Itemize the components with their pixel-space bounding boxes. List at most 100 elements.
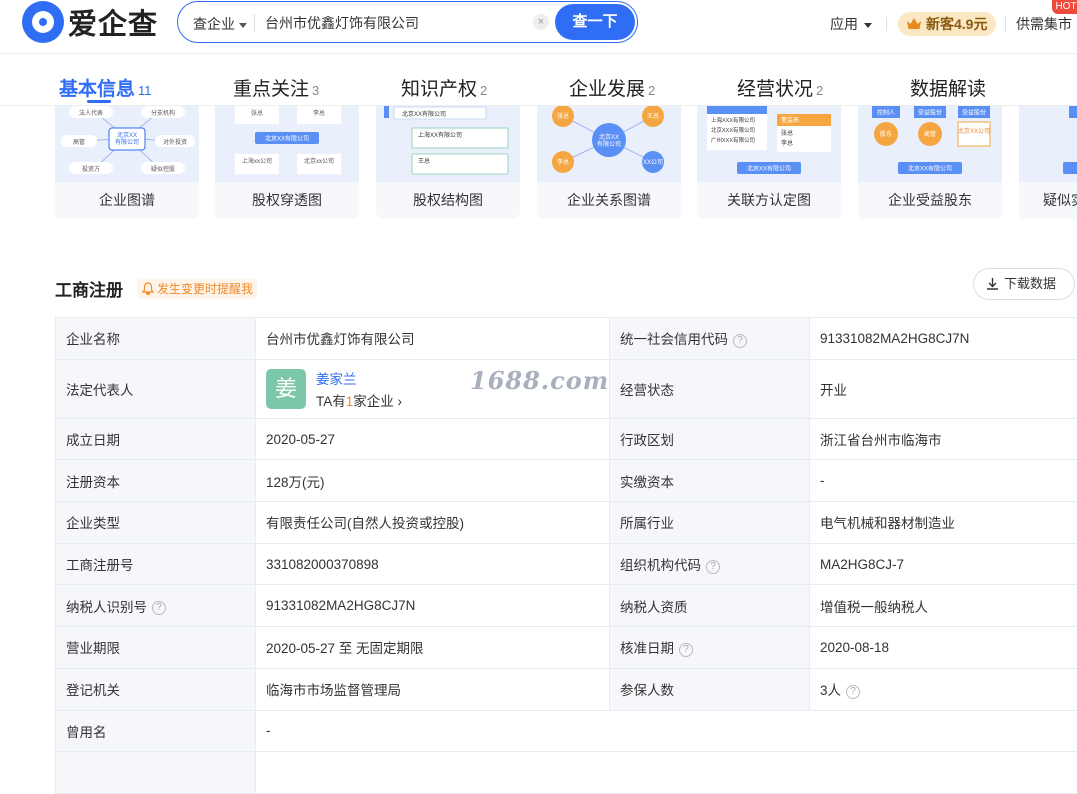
tab-label: 基本信息 xyxy=(59,79,135,100)
help-icon[interactable]: ? xyxy=(152,601,166,615)
tab-ip[interactable]: 知识产权2 xyxy=(401,74,487,101)
card-equity-penetration[interactable]: 张总 李总 北京XX有限公司 上海xx公司 北京xx公司 股权穿透图 xyxy=(215,106,359,219)
thumb-text: 李总 xyxy=(313,109,325,117)
nav-apps-label: 应用 xyxy=(830,16,858,32)
thumb-text: 北京XXX有限公司 xyxy=(711,126,755,134)
reg-no-value: 331082000370898 xyxy=(256,543,610,585)
field-label: 营业期限 xyxy=(56,627,256,669)
thumb-text: 李总 xyxy=(557,158,569,166)
field-label: 企业类型 xyxy=(56,502,256,544)
card-related-party[interactable]: 上海XXX有限公司 北京XXX有限公司 广州XXX有限公司 董监高 张总 李总 … xyxy=(697,106,841,219)
table-row xyxy=(56,752,1077,794)
thumb-text: 受益股份 xyxy=(918,109,942,117)
tab-data-insight[interactable]: 数据解读 xyxy=(910,74,986,101)
download-data-button[interactable]: 下载数据 xyxy=(973,268,1075,300)
thumb-text: 北京XX公司 xyxy=(958,127,990,135)
tax-qual-value: 增值税一般纳税人 xyxy=(810,585,1077,627)
est-date-value: 2020-05-27 xyxy=(256,418,610,460)
thumb-text: 上海xx公司 xyxy=(242,157,272,165)
table-row: 纳税人识别号? 91331082MA2HG8CJ7N 纳税人资质 增值税一般纳税… xyxy=(56,585,1077,627)
field-label: 曾用名 xyxy=(56,710,256,752)
tab-basic-info[interactable]: 基本信息11 xyxy=(59,74,152,101)
search-type-select[interactable]: 查企业 xyxy=(193,14,247,34)
tab-label: 数据解读 xyxy=(910,79,986,100)
thumb-text: 王总 xyxy=(418,157,430,165)
field-label: 核准日期? xyxy=(610,627,810,669)
thumb-text: 北京XX有限公司 xyxy=(597,133,621,148)
tab-count: 3 xyxy=(312,83,319,98)
thumb-text: 董监高 xyxy=(781,116,799,124)
legal-rep-sub-text: 家企业 › xyxy=(353,394,402,409)
hot-badge: HOT xyxy=(1052,0,1077,14)
vip-promo-button[interactable]: 新客4.9元 xyxy=(898,12,996,36)
help-icon[interactable]: ? xyxy=(733,334,747,348)
nav-supply-market[interactable]: 供需集市 xyxy=(1016,14,1072,34)
field-label: 统一社会信用代码? xyxy=(610,318,810,360)
help-icon[interactable]: ? xyxy=(706,560,720,574)
status-value: 开业 xyxy=(810,359,1077,418)
tab-development[interactable]: 企业发展2 xyxy=(569,74,655,101)
insured-value: 3人 xyxy=(820,683,841,698)
search-divider xyxy=(254,14,255,32)
card-enterprise-graph[interactable]: 北京XX有限公司 法人代表 分支机构 高管 对外投资 投资方 疑似控股 企业图谱 xyxy=(55,106,199,219)
vip-label: 新客4.9元 xyxy=(926,16,987,32)
field-label xyxy=(56,752,256,794)
field-label-text: 统一社会信用代码 xyxy=(620,332,728,347)
logo-q-icon xyxy=(22,1,64,43)
tab-operations[interactable]: 经营状况2 xyxy=(737,74,823,101)
search-button[interactable]: 查一下 xyxy=(555,4,635,40)
authority-value: 临海市市场监督管理局 xyxy=(256,668,610,710)
table-row: 工商注册号 331082000370898 组织机构代码? MA2HG8CJ-7 xyxy=(56,543,1077,585)
legal-rep-name-link[interactable]: 姜家兰 xyxy=(316,368,402,388)
change-alert-button[interactable]: 发生变更时提醒我 xyxy=(137,279,257,299)
field-label: 纳税人资质 xyxy=(610,585,810,627)
field-label: 成立日期 xyxy=(56,418,256,460)
download-label: 下载数据 xyxy=(1004,276,1056,291)
nav-apps[interactable]: 应用 xyxy=(830,14,872,34)
logo[interactable]: 爱企查 xyxy=(22,2,158,42)
thumb-text: 高管 xyxy=(73,138,85,146)
watermark: 1688.com xyxy=(470,366,609,395)
thumb-text: 股东 xyxy=(880,130,892,138)
tab-count: 2 xyxy=(648,83,655,98)
card-relation-graph[interactable]: 北京XX有限公司 张总 王总 李总 XX公司 企业关系图谱 xyxy=(537,106,681,219)
thumb-text: 高管 xyxy=(924,130,936,138)
field-label: 经营状态 xyxy=(610,359,810,418)
field-label: 行政区划 xyxy=(610,418,810,460)
field-label-text: 组织机构代码 xyxy=(620,558,701,573)
nav-divider xyxy=(1005,17,1006,31)
clear-icon[interactable]: × xyxy=(533,14,549,30)
credit-code-value: 91331082MA2HG8CJ7N xyxy=(810,318,1077,360)
card-beneficiary[interactable]: 控制人 受益股份 受益股份 股东 高管 北京XX公司 北京XX有限公司 企业受益… xyxy=(858,106,1002,219)
tab-label: 企业发展 xyxy=(569,79,645,100)
help-icon[interactable]: ? xyxy=(846,685,860,699)
card-suspected-controller[interactable]: 疑似实 xyxy=(1019,106,1077,219)
logo-text: 爱企查 xyxy=(68,1,158,43)
help-icon[interactable]: ? xyxy=(679,643,693,657)
insured-cell: 3人? xyxy=(810,668,1077,710)
field-label: 登记机关 xyxy=(56,668,256,710)
bell-icon xyxy=(142,282,154,295)
card-equity-structure[interactable]: 北京XX有限公司 上海XX有限公司 王总 股权结构图 xyxy=(376,106,520,219)
thumb-text: 张总 xyxy=(557,112,569,120)
field-label-text: 纳税人识别号 xyxy=(66,600,147,615)
thumb-text: 北京XX有限公司 xyxy=(747,165,791,173)
section-title: 工商注册 xyxy=(55,276,123,301)
alert-label: 发生变更时提醒我 xyxy=(157,282,253,296)
thumb-text: 广州XXX有限公司 xyxy=(711,136,755,144)
avatar[interactable]: 姜 xyxy=(266,369,306,409)
card-label: 疑似实 xyxy=(1019,190,1077,210)
search-input[interactable] xyxy=(265,12,535,34)
approval-date-value: 2020-08-18 xyxy=(810,627,1077,669)
table-row: 营业期限 2020-05-27 至 无固定期限 核准日期? 2020-08-18 xyxy=(56,627,1077,669)
card-label: 企业图谱 xyxy=(55,190,199,210)
thumb-text: 北京XX有限公司 xyxy=(908,165,952,173)
tab-label: 经营状况 xyxy=(737,79,813,100)
tab-label: 重点关注 xyxy=(233,79,309,100)
legal-rep-companies-link[interactable]: TA有1家企业 › xyxy=(316,390,402,410)
tab-key-focus[interactable]: 重点关注3 xyxy=(233,74,319,101)
thumb-text: 李总 xyxy=(781,139,793,147)
beneficiary-icon: 控制人 受益股份 受益股份 股东 高管 北京XX公司 北京XX有限公司 xyxy=(858,106,1002,182)
field-label: 所属行业 xyxy=(610,502,810,544)
relation-graph-icon: 北京XX有限公司 张总 王总 李总 XX公司 xyxy=(537,106,681,182)
